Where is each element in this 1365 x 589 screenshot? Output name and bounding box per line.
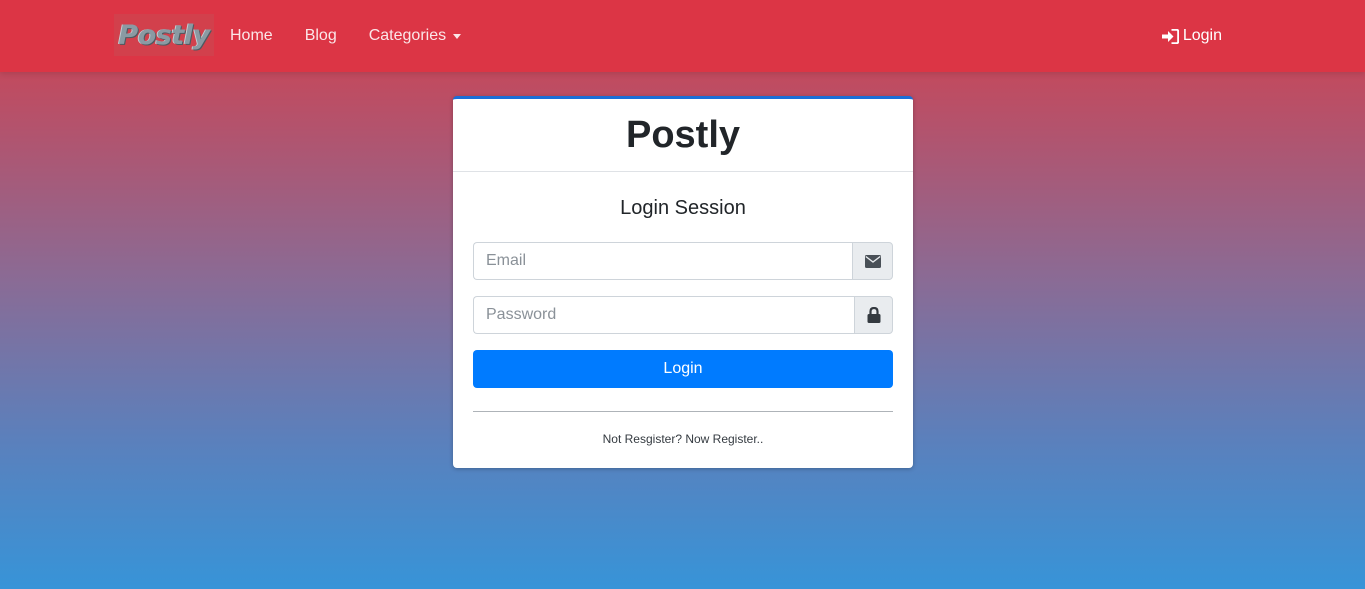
- nav-link-blog-label: Blog: [304, 27, 337, 44]
- password-field[interactable]: [473, 296, 854, 334]
- brand-logo-text: Postly: [118, 19, 210, 51]
- login-subtitle: Login Session: [620, 197, 746, 219]
- caret-down-icon: [453, 33, 462, 39]
- sign-in-icon: [1161, 28, 1179, 44]
- nav-login-label: Login: [1182, 27, 1222, 44]
- login-card: Postly Login Session Login Not Resgister…: [453, 96, 913, 468]
- divider: [473, 411, 893, 412]
- email-addon: [852, 242, 893, 280]
- password-addon: [854, 296, 893, 334]
- nav-links: Home Blog Categories: [230, 0, 493, 72]
- card-header: Postly: [453, 99, 913, 172]
- nav-dropdown-categories[interactable]: Categories: [368, 27, 462, 45]
- email-input-group: [473, 242, 893, 280]
- navbar: Postly Home Blog Categories Login: [0, 0, 1365, 72]
- nav-link-blog[interactable]: Blog: [305, 27, 337, 45]
- login-button[interactable]: Login: [473, 350, 893, 388]
- brand-logo[interactable]: Postly: [114, 14, 214, 56]
- card-title: Postly: [625, 113, 741, 156]
- nav-dropdown-categories-label: Categories: [368, 27, 447, 44]
- nav-login-link[interactable]: Login: [1161, 0, 1222, 72]
- envelope-icon: [864, 254, 881, 268]
- nav-link-home-label: Home: [230, 27, 273, 44]
- register-link[interactable]: Not Resgister? Now Register..: [453, 432, 913, 446]
- nav-link-home[interactable]: Home: [230, 27, 273, 45]
- lock-icon: [867, 307, 880, 323]
- email-field[interactable]: [473, 242, 852, 280]
- password-input-group: [473, 296, 893, 334]
